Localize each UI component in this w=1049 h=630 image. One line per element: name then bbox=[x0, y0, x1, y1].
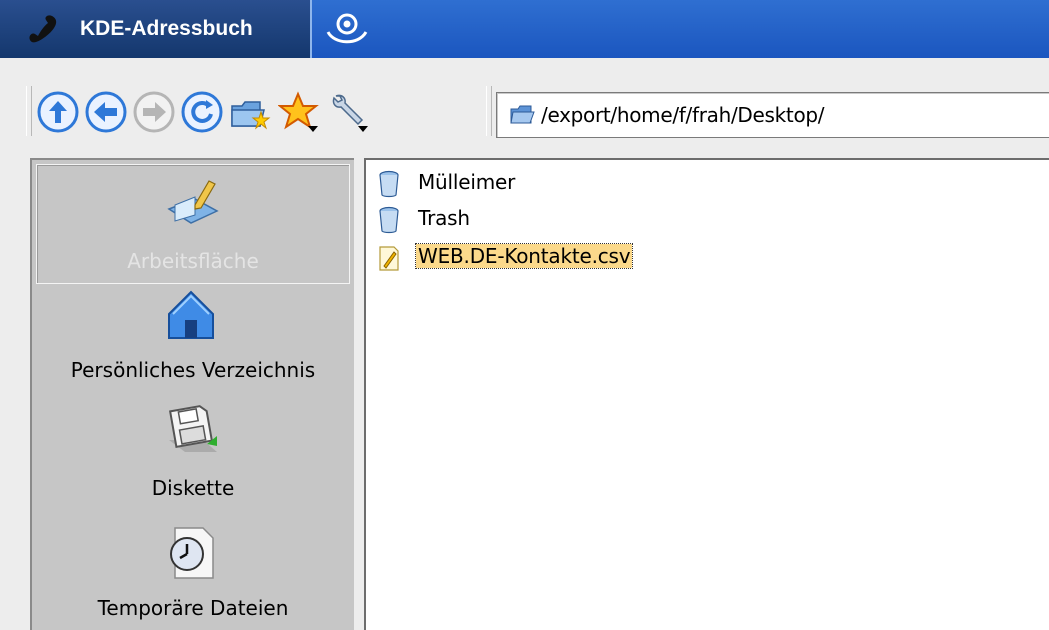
kde-menu-icon[interactable] bbox=[324, 10, 370, 50]
folder-icon bbox=[510, 105, 535, 124]
sidebar-item-label: Persönliches Verzeichnis bbox=[70, 358, 316, 382]
sidebar-item-label: Arbeitsfläche bbox=[127, 249, 259, 273]
sidebar-item-temp[interactable]: Temporäre Dateien bbox=[32, 510, 354, 630]
file-name: Mülleimer bbox=[418, 170, 516, 194]
arrow-left-icon bbox=[85, 91, 127, 133]
sidebar-item-label: Diskette bbox=[151, 476, 235, 500]
sidebar-item-desktop[interactable]: Arbeitsfläche bbox=[36, 164, 350, 284]
phone-icon bbox=[29, 15, 57, 43]
reload-button[interactable] bbox=[180, 90, 224, 134]
reload-icon bbox=[181, 91, 223, 133]
file-name: WEB.DE-Kontakte.csv bbox=[414, 243, 634, 269]
star-icon bbox=[278, 91, 319, 132]
new-folder-button[interactable] bbox=[228, 90, 272, 134]
clock-icon bbox=[170, 527, 214, 579]
arrow-right-icon bbox=[133, 91, 175, 133]
home-icon bbox=[168, 290, 214, 339]
floppy-icon bbox=[168, 405, 217, 452]
file-name: Trash bbox=[418, 206, 470, 230]
up-button[interactable] bbox=[36, 90, 80, 134]
sidebar-item-home[interactable]: Persönliches Verzeichnis bbox=[32, 284, 354, 394]
trash-icon bbox=[379, 206, 399, 234]
text-file-icon bbox=[379, 246, 399, 271]
location-handle[interactable] bbox=[486, 86, 492, 136]
toolbar-handle[interactable] bbox=[26, 86, 32, 136]
sidebar-item-floppy[interactable]: Diskette bbox=[32, 394, 354, 508]
back-button[interactable] bbox=[84, 90, 128, 134]
folder-new-icon bbox=[231, 101, 271, 130]
title-bar: KDE-Adressbuch bbox=[0, 0, 1049, 58]
trash-icon bbox=[379, 170, 399, 198]
file-list-panel: Mülleimer Trash WEB.DE-Kontakte.csv bbox=[364, 158, 1049, 630]
location-path[interactable]: /export/home/f/frah/Desktop/ bbox=[541, 103, 825, 127]
desktop-icon bbox=[167, 180, 219, 224]
location-bar[interactable]: /export/home/f/frah/Desktop/ bbox=[496, 92, 1049, 138]
bookmarks-button[interactable] bbox=[278, 90, 322, 134]
arrow-up-icon bbox=[37, 91, 79, 133]
wrench-icon bbox=[332, 94, 368, 132]
forward-button[interactable] bbox=[132, 90, 176, 134]
window-title: KDE-Adressbuch bbox=[80, 17, 253, 40]
splitter[interactable] bbox=[356, 158, 364, 628]
settings-button[interactable] bbox=[328, 90, 372, 134]
sidebar-item-label: Temporäre Dateien bbox=[97, 596, 289, 620]
window-title-tab[interactable]: KDE-Adressbuch bbox=[0, 0, 312, 58]
menu-gap bbox=[0, 58, 1049, 82]
places-sidebar: Arbeitsfläche Persönliches Verzeichnis D… bbox=[30, 158, 354, 630]
